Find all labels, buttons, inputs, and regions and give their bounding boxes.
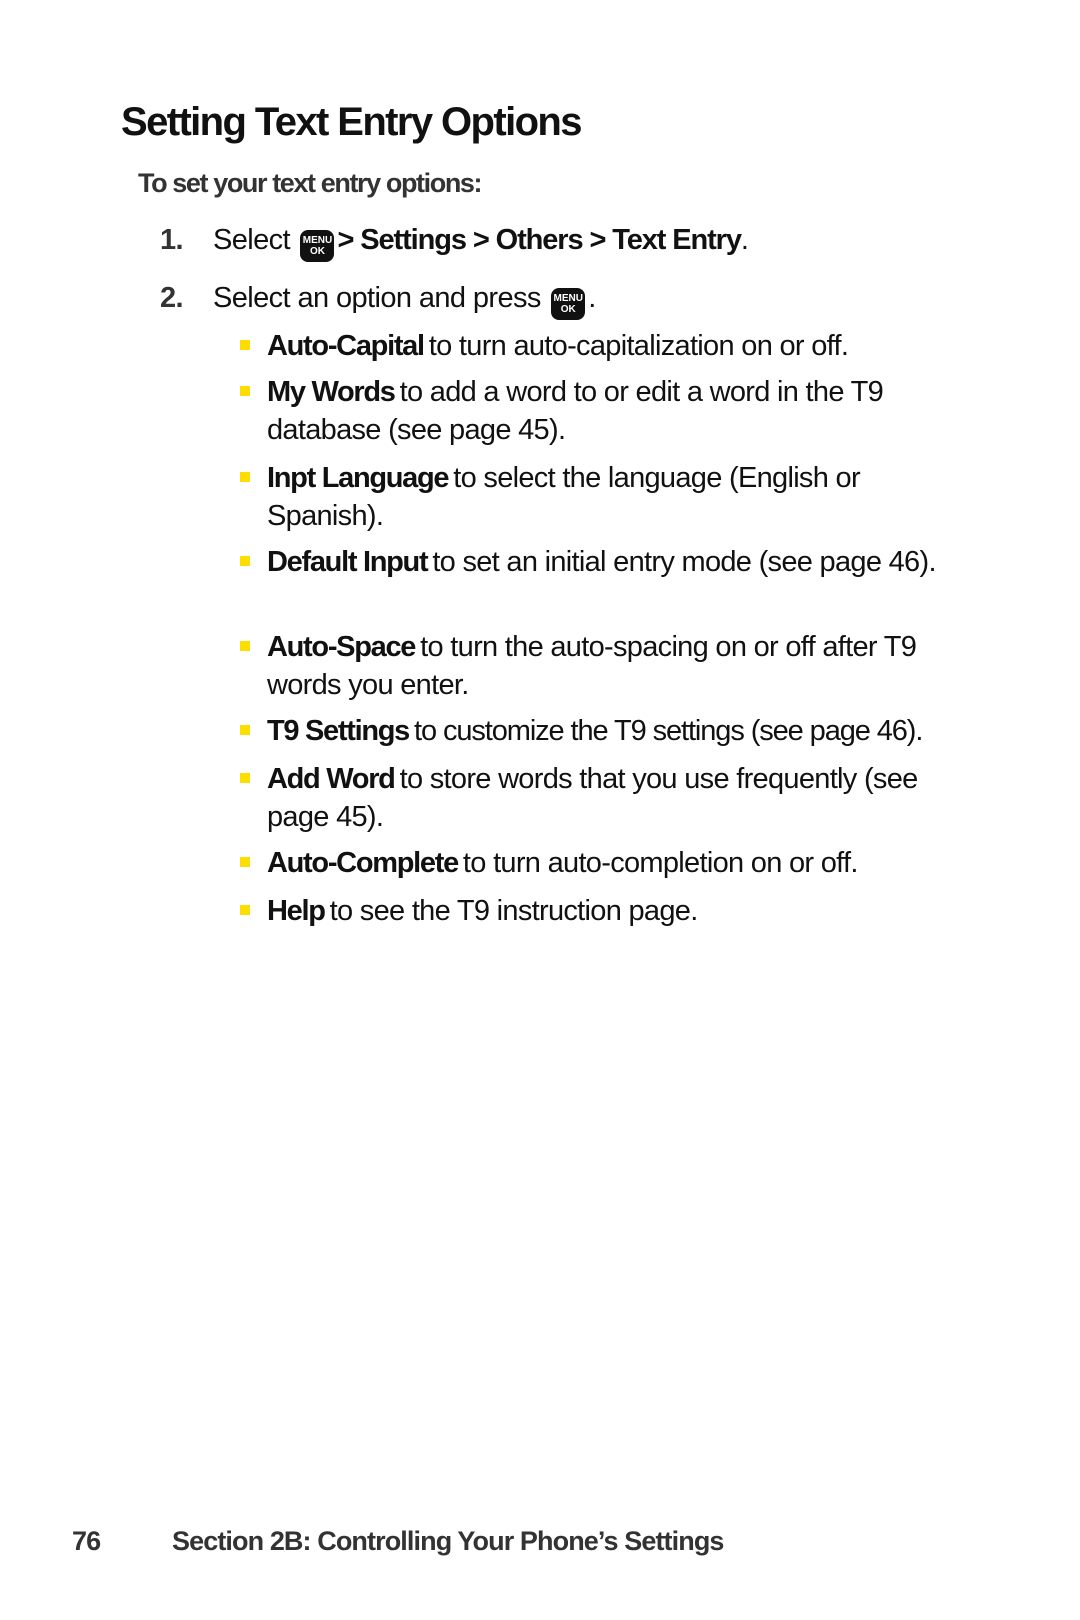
- step-suffix: .: [588, 282, 596, 314]
- page-title: Setting Text Entry Options: [121, 100, 583, 144]
- bullet-square-icon: [240, 905, 250, 915]
- step-number: 2.: [160, 282, 184, 314]
- bullet-square-icon: [240, 773, 250, 783]
- step-text: Select: [213, 224, 291, 256]
- bullet-square-icon: [240, 472, 250, 482]
- bullet-square-icon: [240, 386, 250, 396]
- option-item: T9 Settings to customize the T9 settings …: [238, 712, 978, 750]
- step-number: 1.: [160, 224, 184, 256]
- option-term: Default Input: [267, 546, 429, 578]
- option-item: Inpt Language to select the language (Eng…: [238, 459, 978, 535]
- option-term: Auto-Space: [267, 631, 416, 663]
- option-item: My Words to add a word to or edit a word …: [238, 373, 978, 449]
- ok-key-label: OK: [560, 304, 576, 315]
- option-item: Auto-Capital to turn auto-capitalization …: [238, 327, 978, 365]
- option-description: to set an initial entry mode (see page 4…: [432, 546, 936, 578]
- option-term: T9 Settings: [267, 715, 410, 747]
- bullet-square-icon: [240, 340, 250, 350]
- bullet-square-icon: [240, 641, 250, 651]
- option-description: to turn auto-capitalization on or off.: [428, 330, 849, 362]
- option-description: to turn auto-completion on or off.: [462, 847, 859, 879]
- step-suffix: .: [740, 224, 749, 256]
- option-item: Add Word to store words that you use freq…: [238, 760, 978, 836]
- option-description: to customize the T9 settings (see page 4…: [414, 715, 923, 747]
- option-item: Help to see the T9 instruction page.: [238, 892, 978, 930]
- option-item: Default Input to set an initial entry mod…: [238, 543, 978, 581]
- step-2: 2. Select an option and press MENU OK.: [160, 280, 596, 320]
- menu-ok-key-icon: MENU OK: [551, 288, 586, 320]
- option-term: Auto-Complete: [267, 847, 459, 879]
- option-description: to see the T9 instruction page.: [329, 895, 699, 927]
- option-term: Inpt Language: [267, 462, 450, 494]
- menu-ok-key-icon: MENU OK: [300, 230, 335, 262]
- option-item: Auto-Space to turn the auto-spacing on or…: [238, 628, 978, 704]
- option-term: Add Word: [267, 763, 396, 795]
- bullet-square-icon: [240, 857, 250, 867]
- menu-path: > Settings > Others > Text Entry: [337, 224, 742, 256]
- section-title: Section 2B: Controlling Your Phone’s Set…: [172, 1526, 724, 1556]
- procedure-heading: To set your text entry options:: [138, 168, 483, 198]
- menu-key-label: MENU: [302, 235, 333, 246]
- page-number: 76: [72, 1526, 101, 1556]
- menu-key-label: MENU: [553, 293, 583, 304]
- page-footer: 76 Section 2B: Controlling Your Phone’s S…: [72, 1524, 724, 1558]
- option-term: Auto-Capital: [267, 330, 425, 362]
- step-1: 1. Select MENU OK > Settings > Others > Tex…: [160, 222, 749, 262]
- bullet-square-icon: [240, 725, 250, 735]
- option-term: My Words: [267, 376, 396, 408]
- option-item: Auto-Complete to turn auto-completion on …: [238, 844, 978, 882]
- bullet-square-icon: [240, 556, 250, 566]
- ok-key-label: OK: [309, 246, 325, 257]
- step-text: Select an option and press: [213, 282, 541, 314]
- option-term: Help: [267, 895, 326, 927]
